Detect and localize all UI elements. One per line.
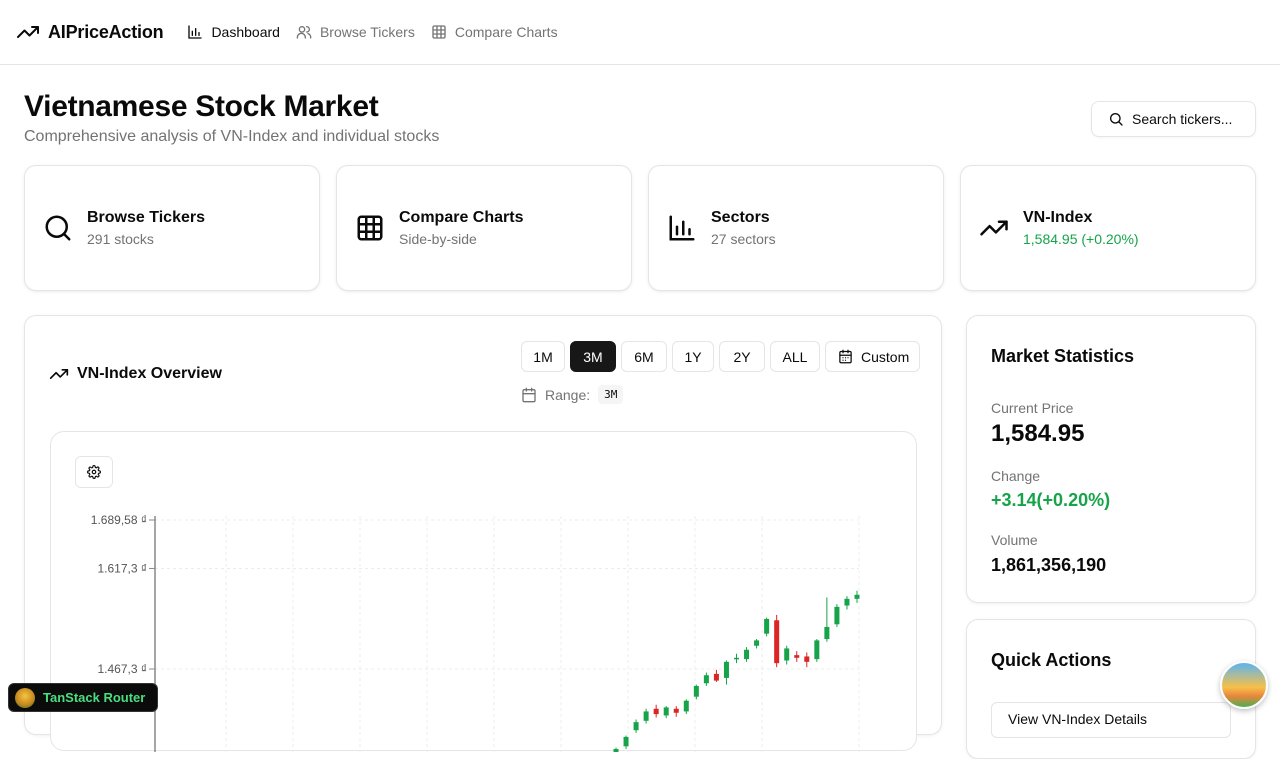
candle-body (643, 711, 649, 721)
candle-body (623, 736, 629, 747)
candle-body (804, 656, 810, 662)
card-vn-index[interactable]: VN-Index 1,584.95 (+0.20%) (960, 165, 1256, 291)
candle-body (784, 648, 790, 661)
candle-body (673, 708, 679, 713)
users-icon (296, 24, 312, 40)
nav-link-label: Dashboard (211, 24, 280, 40)
candle-body (734, 657, 739, 660)
candle-body (814, 640, 820, 660)
candle-body (713, 673, 719, 681)
trending-up-icon (979, 213, 1009, 243)
range-button-2y[interactable]: 2Y (719, 341, 765, 372)
nav-link-label: Browse Tickers (319, 24, 415, 40)
search-button-label: Search tickers... (1132, 111, 1233, 127)
volume-value: 1,861,356,190 (991, 555, 1107, 575)
y-axis-tick-label: 1.467,3 ₫ (97, 662, 147, 676)
candle-body (774, 620, 780, 664)
range-info: Range: 3M (521, 385, 624, 404)
y-axis-tick-label: 1.617,3 ₫ (97, 561, 147, 575)
card-sectors[interactable]: Sectors 27 sectors (648, 165, 944, 291)
range-value-chip: 3M (598, 385, 624, 404)
card-subtitle: 27 sectors (711, 231, 776, 247)
quick-actions-panel: Quick Actions View VN-Index Details (966, 619, 1256, 759)
candle-body (633, 722, 639, 731)
candle-body (764, 618, 770, 634)
card-title: Sectors (711, 209, 770, 226)
card-subtitle: Side-by-side (399, 231, 477, 247)
devtools-label: TanStack Router (43, 690, 146, 705)
candle-body (844, 598, 850, 606)
candlestick-chart[interactable]: 1.689,58 ₫ 1.617,3 ₫ 1.467,3 ₫ (51, 432, 918, 752)
floating-assistant-button[interactable] (1220, 661, 1268, 709)
candle-body (754, 640, 760, 646)
candle-body (824, 626, 830, 640)
change-value: +3.14(+0.20%) (991, 490, 1111, 510)
candle-body (703, 675, 709, 684)
card-title: Compare Charts (399, 209, 524, 226)
overview-title-text: VN-Index Overview (77, 365, 222, 382)
range-label: Range: (545, 386, 591, 403)
candle-body (794, 655, 800, 658)
top-nav: AIPriceAction Dashboard Browse Tickers C… (0, 0, 1280, 65)
page-title: Vietnamese Stock Market (24, 90, 379, 123)
candle-body (834, 606, 840, 625)
change-label: Change (991, 468, 1041, 484)
volume-label: Volume (991, 532, 1038, 548)
nav-link-compare-charts[interactable]: Compare Charts (431, 24, 558, 40)
page-subtitle: Comprehensive analysis of VN-Index and i… (24, 128, 440, 145)
market-statistics-panel: Market Statistics Current Price 1,584.95… (966, 315, 1256, 603)
candle-body (854, 594, 860, 599)
range-button-1y[interactable]: 1Y (672, 341, 714, 372)
candle-body (683, 700, 689, 712)
custom-label: Custom (861, 348, 910, 365)
chart-card: 1.689,58 ₫ 1.617,3 ₫ 1.467,3 ₫ (50, 431, 918, 752)
bar-chart-icon (187, 24, 203, 40)
trending-up-icon (49, 364, 69, 384)
search-icon (1108, 111, 1124, 127)
range-button-1m[interactable]: 1M (521, 341, 565, 372)
quick-actions-title: Quick Actions (991, 650, 1112, 670)
candle-body (663, 707, 669, 716)
range-button-custom[interactable]: Custom (825, 341, 921, 372)
nav-link-dashboard[interactable]: Dashboard (187, 24, 280, 40)
card-browse-tickers[interactable]: Browse Tickers 291 stocks (24, 165, 320, 291)
bar-chart-icon (667, 213, 697, 243)
card-subtitle: 1,584.95 (+0.20%) (1023, 231, 1139, 247)
current-price-label: Current Price (991, 400, 1074, 416)
search-tickers-button[interactable]: Search tickers... (1091, 101, 1256, 137)
tanstack-router-devtools-button[interactable]: TanStack Router (8, 683, 158, 712)
tanstack-logo-icon (15, 687, 35, 708)
search-icon (43, 213, 73, 243)
grid-icon (431, 24, 447, 40)
chart-settings-button[interactable] (75, 456, 113, 488)
grid-icon (355, 213, 385, 243)
candle-body (613, 748, 619, 752)
card-title: VN-Index (1023, 209, 1093, 226)
calendar-icon (838, 349, 853, 364)
candle-body (723, 661, 729, 678)
candle-body (693, 685, 699, 697)
calendar-icon (521, 387, 537, 403)
range-button-6m[interactable]: 6M (621, 341, 667, 372)
range-button-3m[interactable]: 3M (570, 341, 616, 372)
brand-link[interactable]: AIPriceAction (16, 20, 164, 44)
range-button-all[interactable]: ALL (770, 341, 820, 372)
overview-title: VN-Index Overview (49, 364, 222, 384)
vn-index-overview-panel: VN-Index Overview 1M 3M 6M 1Y 2Y ALL Cus… (24, 315, 942, 752)
candle-body (744, 649, 750, 660)
trending-up-icon (16, 20, 40, 44)
stats-title: Market Statistics (991, 346, 1135, 366)
candle-body (653, 708, 659, 715)
brand-name: AIPriceAction (48, 21, 164, 42)
card-compare-charts[interactable]: Compare Charts Side-by-side (336, 165, 632, 291)
gear-icon (87, 465, 101, 479)
y-axis-tick-label: 1.689,58 ₫ (91, 513, 147, 527)
current-price-value: 1,584.95 (991, 420, 1085, 447)
nav-link-label: Compare Charts (454, 24, 558, 40)
nav-link-browse-tickers[interactable]: Browse Tickers (296, 24, 415, 40)
range-selector: 1M 3M 6M 1Y 2Y ALL Custom (521, 341, 921, 372)
card-title: Browse Tickers (87, 209, 205, 226)
view-vn-index-details-button[interactable]: View VN-Index Details (991, 702, 1231, 738)
card-subtitle: 291 stocks (87, 231, 154, 247)
